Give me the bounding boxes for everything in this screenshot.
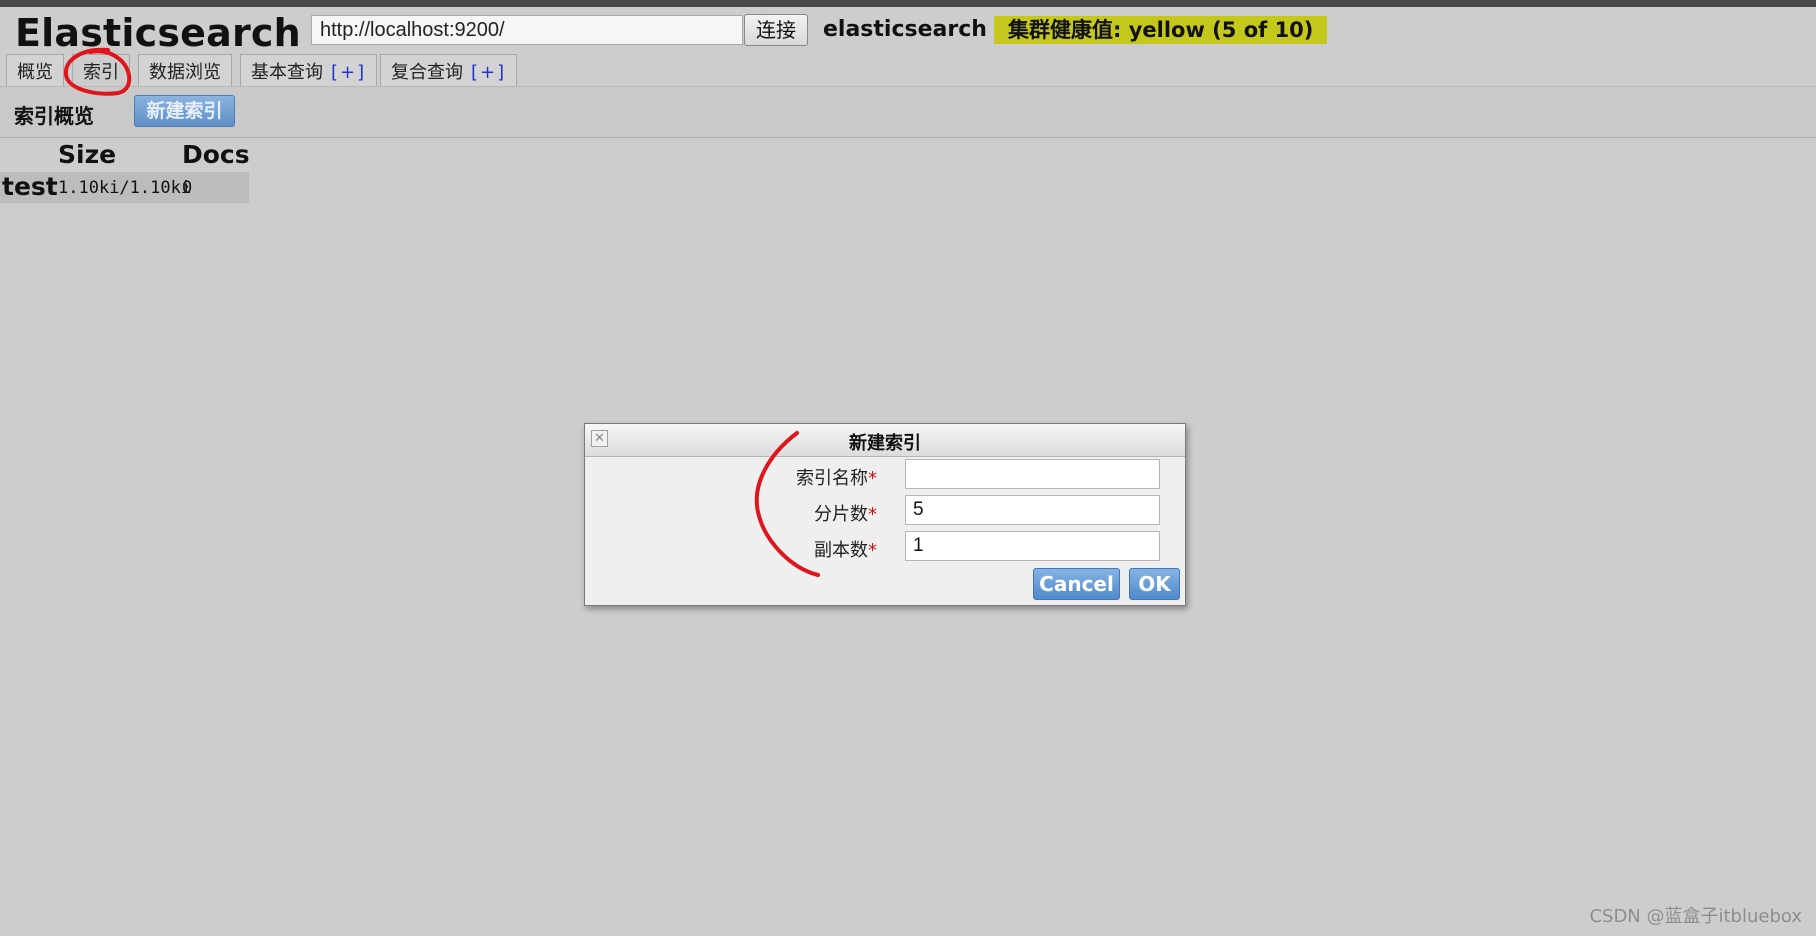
ok-button[interactable]: OK [1129,568,1180,600]
tab-label: 基本查询 [251,62,323,83]
required-marker: * [868,468,877,489]
index-name-input[interactable] [905,459,1160,489]
tab-label: 概览 [17,62,53,83]
new-index-dialog: ✕ 新建索引 索引名称* 分片数* 5 副本数* 1 Cancel OK [584,423,1186,606]
index-docs: 0 [182,178,193,198]
column-header-docs: Docs [182,140,250,169]
required-marker: * [868,504,877,525]
tab-label: 数据浏览 [149,62,221,83]
app-title: Elasticsearch [15,11,301,55]
tab-add-icon[interactable]: [+] [471,62,506,83]
shards-input[interactable]: 5 [905,495,1160,525]
field-label: 索引名称* [796,468,877,489]
field-label: 分片数* [814,504,877,525]
connect-button[interactable]: 连接 [744,14,808,46]
dialog-titlebar[interactable]: ✕ 新建索引 [585,424,1185,457]
form-row-index-name: 索引名称* [585,459,1185,489]
tab-compound-query[interactable]: 复合查询 [+] [380,54,518,86]
cluster-name: elasticsearch [823,17,987,42]
tab-add-icon[interactable]: [+] [331,62,366,83]
table-row[interactable]: test 1.10ki/1.10ki 0 [0,172,249,203]
index-name[interactable]: test [2,172,58,201]
tab-indices[interactable]: 索引 [72,54,130,86]
field-label: 副本数* [814,540,877,561]
replicas-input[interactable]: 1 [905,531,1160,561]
index-size: 1.10ki/1.10ki [58,178,192,198]
tab-overview[interactable]: 概览 [6,54,64,86]
form-row-shards: 分片数* 5 [585,495,1185,525]
cluster-health-badge: 集群健康值: yellow (5 of 10) [994,16,1328,44]
tab-basic-query[interactable]: 基本查询 [+] [240,54,378,86]
index-toolbar: 索引概览 新建索引 [0,86,1816,138]
watermark: CSDN @蓝盒子itbluebox [1589,906,1802,927]
form-row-replicas: 副本数* 1 [585,531,1185,561]
new-index-button[interactable]: 新建索引 [134,95,235,127]
cancel-button[interactable]: Cancel [1033,568,1120,600]
dialog-title: 新建索引 [849,433,921,454]
required-marker: * [868,540,877,561]
cluster-url-input[interactable]: http://localhost:9200/ [311,15,743,45]
column-header-size: Size [58,140,117,169]
section-title: 索引概览 [14,104,94,128]
tab-label: 复合查询 [391,62,463,83]
top-border [0,0,1816,7]
tab-label: 索引 [83,62,119,83]
tab-browser[interactable]: 数据浏览 [138,54,232,86]
